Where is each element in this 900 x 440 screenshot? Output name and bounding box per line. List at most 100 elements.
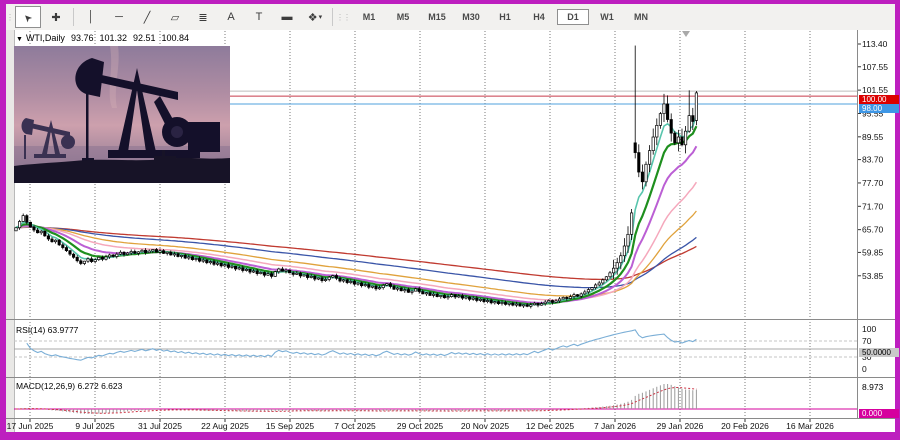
candle-body (292, 273, 294, 275)
price-tick-label: 71.70 (862, 201, 884, 211)
timeframe-H4[interactable]: H4 (523, 9, 555, 25)
date-label: 15 Sep 2025 (266, 421, 314, 431)
rsi-scale-label: 100 (862, 324, 876, 334)
candle-body (350, 281, 352, 282)
candle-body (94, 260, 96, 262)
candle-body (526, 305, 528, 307)
crosshair-tool[interactable]: ✚ (43, 6, 69, 28)
candle-body (652, 137, 654, 151)
candle-body (242, 268, 244, 271)
candle-body (429, 293, 431, 296)
candle-body (414, 289, 416, 291)
price-tick-label: 59.85 (862, 247, 884, 257)
candle-body (670, 120, 672, 134)
trendline-tool[interactable]: ╱ (134, 6, 160, 28)
candle-body (400, 288, 402, 291)
cursor-tool[interactable]: ➤ (15, 6, 41, 28)
candle-body (436, 294, 438, 296)
candle-body (328, 277, 330, 279)
fibonacci-tool[interactable]: ≣ (190, 6, 216, 28)
chart-client-area[interactable]: 113.40107.55101.5595.5589.5583.7077.7071… (6, 30, 895, 432)
rsi-scale-label: 70 (862, 336, 872, 346)
candle-body (389, 284, 391, 287)
candle-body (285, 270, 287, 271)
candle-body (83, 261, 85, 263)
vertical-line-tool[interactable]: │ (78, 6, 104, 28)
candle-body (58, 240, 60, 245)
text-label-tool[interactable]: T (246, 6, 272, 28)
candle-body (299, 273, 301, 276)
candle-body (180, 255, 182, 256)
rectangle-tool[interactable]: ▬ (274, 6, 300, 28)
candle-body (422, 292, 424, 294)
candle-body (353, 281, 355, 284)
candle-body (641, 172, 643, 182)
candle-body (105, 257, 107, 259)
timeframe-D1[interactable]: D1 (557, 9, 589, 25)
candle-body (314, 276, 316, 279)
candle-body (407, 290, 409, 293)
candle-body (540, 304, 542, 306)
candle-body (695, 93, 697, 121)
candle-body (296, 273, 298, 274)
candle-body (404, 290, 406, 291)
date-label: 29 Jan 2026 (657, 421, 704, 431)
candle-body (15, 228, 17, 231)
arrows-tool[interactable]: ❖▾ (302, 6, 328, 28)
high-value: 101.32 (99, 33, 127, 43)
candle-body (256, 271, 258, 274)
timeframe-MN[interactable]: MN (625, 9, 657, 25)
candle-body (44, 231, 46, 236)
candle-body (148, 251, 150, 253)
candle-body (638, 153, 640, 172)
candle-body (159, 251, 161, 253)
horizontal-line-tool[interactable]: ─ (106, 6, 132, 28)
candle-body (558, 299, 560, 301)
candle-body (447, 297, 449, 298)
rsi-scale-label: 0 (862, 364, 867, 374)
oil-pumpjack-photo (14, 46, 230, 183)
timeframe-M5[interactable]: M5 (387, 9, 419, 25)
price-tick-label: 101.55 (862, 85, 888, 95)
candle-body (494, 302, 496, 303)
candle-body (238, 268, 240, 269)
candle-body (263, 272, 265, 275)
candle-body (688, 116, 690, 132)
candle-body (551, 300, 553, 302)
chart-title: ▼WTI,Daily93.76101.3292.51100.84 (16, 33, 189, 43)
candle-body (162, 251, 164, 254)
candle-body (566, 297, 568, 298)
chart-shift-marker-icon (682, 31, 690, 37)
candle-body (98, 257, 100, 259)
candle-body (267, 274, 269, 276)
candle-body (191, 257, 193, 260)
candle-body (450, 295, 452, 297)
candle-body (454, 295, 456, 297)
candle-body (393, 286, 395, 289)
text-tool[interactable]: A (218, 6, 244, 28)
candle-body (62, 245, 64, 248)
candle-body (674, 133, 676, 143)
candle-body (51, 239, 53, 242)
timeframe-H1[interactable]: H1 (489, 9, 521, 25)
candle-body (40, 231, 42, 233)
channel-tool[interactable]: ▱ (162, 6, 188, 28)
candle-body (184, 255, 186, 258)
candle-body (378, 288, 380, 289)
candle-body (54, 240, 56, 242)
timeframe-W1[interactable]: W1 (591, 9, 623, 25)
timeframe-M30[interactable]: M30 (455, 9, 487, 25)
candle-body (339, 278, 341, 281)
timeframe-M15[interactable]: M15 (421, 9, 453, 25)
candle-body (630, 213, 632, 234)
window-menu-icon[interactable]: ▼ (16, 36, 23, 43)
candle-body (375, 286, 377, 289)
timeframe-M1[interactable]: M1 (353, 9, 385, 25)
candle-body (227, 265, 229, 268)
candle-body (504, 302, 506, 304)
candle-body (346, 280, 348, 283)
candle-body (357, 283, 359, 284)
candle-body (465, 297, 467, 298)
candle-body (591, 288, 593, 290)
candle-body (627, 234, 629, 246)
